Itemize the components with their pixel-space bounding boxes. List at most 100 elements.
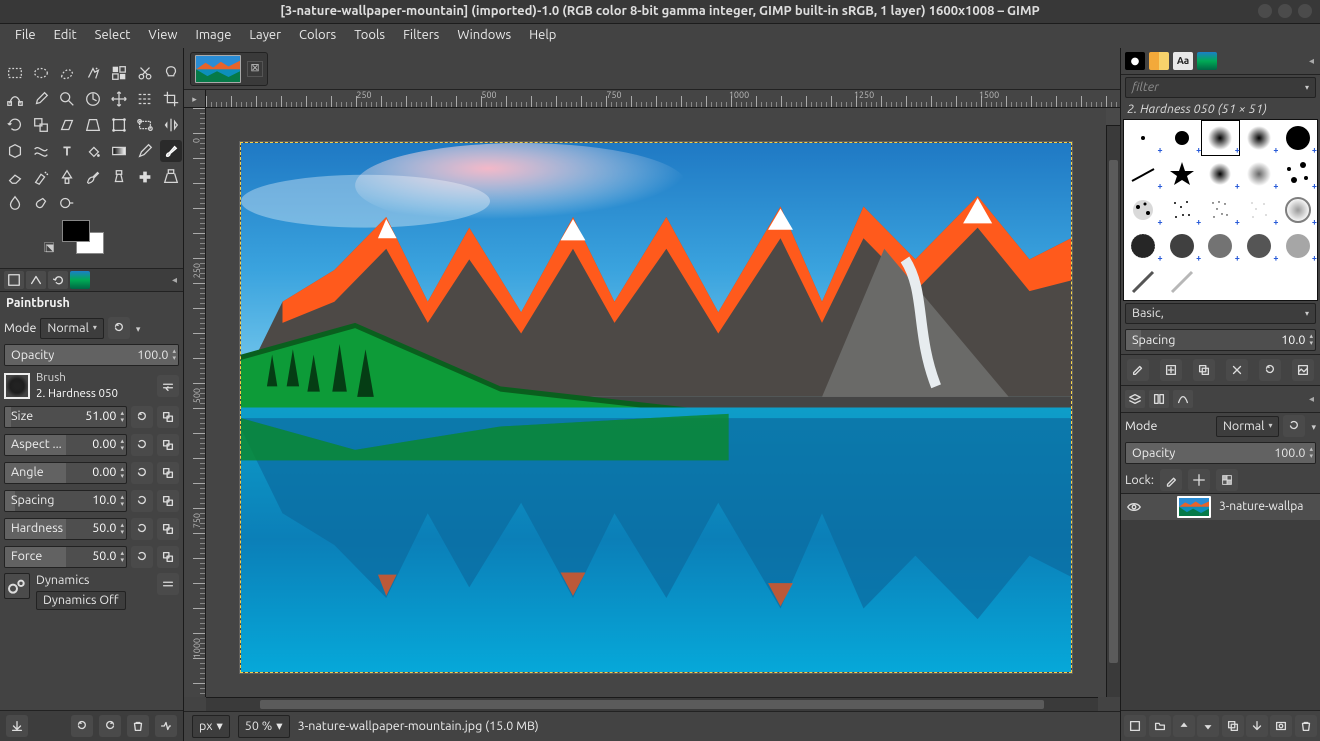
hardness-link-icon[interactable] — [157, 518, 179, 540]
tool-color-picker[interactable] — [30, 88, 52, 110]
tool-cage[interactable] — [4, 140, 26, 162]
tool-perspective-clone[interactable] — [160, 166, 182, 188]
layer-opacity-slider[interactable]: Opacity 100.0 ▴▾ — [1125, 442, 1316, 464]
layer-item[interactable]: 3-nature-wallpa — [1121, 494, 1320, 520]
menu-colors[interactable]: Colors — [290, 24, 345, 48]
lock-alpha-icon[interactable] — [1216, 469, 1238, 491]
layers-dock-menu-icon[interactable]: ◂ — [1307, 393, 1316, 405]
brush-cell[interactable]: + — [1163, 228, 1202, 264]
brush-cell[interactable] — [1124, 264, 1163, 300]
layer-merge-icon[interactable] — [1246, 715, 1268, 737]
tool-free-select[interactable] — [56, 62, 78, 84]
menu-image[interactable]: Image — [187, 24, 241, 48]
brush-duplicate-icon[interactable] — [1193, 359, 1215, 381]
unit-dropdown[interactable]: px▾ — [192, 715, 230, 738]
brush-cell[interactable]: + — [1240, 228, 1279, 264]
dock-menu-icon[interactable]: ◂ — [170, 274, 179, 286]
save-preset-icon[interactable] — [6, 715, 28, 737]
brush-edit-icon[interactable] — [1127, 359, 1149, 381]
tool-clone[interactable] — [108, 166, 130, 188]
tab-channels[interactable] — [1149, 390, 1169, 408]
brush-cell[interactable]: + — [1124, 120, 1163, 156]
mode-dropdown[interactable]: Normal▾ — [40, 318, 103, 339]
window-maximize-button[interactable] — [1278, 4, 1292, 18]
brush-cell[interactable]: + — [1163, 192, 1202, 228]
brush-cell[interactable]: + — [1201, 156, 1240, 192]
tool-rotate[interactable] — [4, 114, 26, 136]
brush-filter-input[interactable]: filter▾ — [1125, 77, 1316, 98]
tab-patterns[interactable] — [1149, 52, 1169, 70]
brush-refresh-icon[interactable] — [1259, 359, 1281, 381]
layer-visibility-icon[interactable] — [1125, 498, 1143, 516]
tool-fuzzy-select[interactable] — [82, 62, 104, 84]
brush-cell[interactable]: + — [1201, 228, 1240, 264]
tool-gradient[interactable] — [108, 140, 130, 162]
tool-dodge-burn[interactable] — [56, 192, 78, 214]
window-minimize-button[interactable] — [1258, 4, 1272, 18]
tool-airbrush[interactable] — [30, 166, 52, 188]
brush-cell[interactable]: + — [1278, 228, 1317, 264]
brush-cell[interactable]: + — [1124, 228, 1163, 264]
tab-device-status[interactable] — [26, 271, 46, 289]
hardness-slider[interactable]: Hardness50.0▴▾ — [4, 518, 127, 540]
angle-reset-icon[interactable] — [131, 462, 153, 484]
brush-cell[interactable]: + — [1278, 120, 1317, 156]
layer-down-icon[interactable] — [1197, 715, 1219, 737]
brush-new-icon[interactable] — [1160, 359, 1182, 381]
size-link-icon[interactable] — [157, 406, 179, 428]
lock-position-icon[interactable] — [1188, 469, 1210, 491]
brush-cell[interactable]: + — [1201, 192, 1240, 228]
brush-grid[interactable]: + + + + + + + + + + + + + + + + + — [1123, 119, 1318, 301]
fg-color-swatch[interactable] — [62, 220, 90, 242]
aspect-link-icon[interactable] — [157, 434, 179, 456]
layer-delete-icon[interactable] — [1295, 715, 1317, 737]
menu-filters[interactable]: Filters — [394, 24, 448, 48]
vertical-scrollbar[interactable] — [1106, 126, 1120, 697]
tool-flip[interactable] — [160, 114, 182, 136]
layer-name[interactable]: 3-nature-wallpa — [1219, 500, 1303, 514]
brush-preset-dropdown[interactable]: Basic,▾ — [1125, 303, 1316, 324]
menu-tools[interactable]: Tools — [345, 24, 394, 48]
layer-new-icon[interactable] — [1124, 715, 1146, 737]
tab-images[interactable] — [70, 271, 90, 289]
tool-foreground-select[interactable] — [160, 62, 182, 84]
tool-rect-select[interactable] — [4, 62, 26, 84]
tool-unified-transform[interactable] — [108, 114, 130, 136]
delete-preset-icon[interactable] — [127, 715, 149, 737]
tool-blur[interactable] — [4, 192, 26, 214]
spacing-reset-icon[interactable] — [131, 490, 153, 512]
angle-slider[interactable]: Angle0.00▴▾ — [4, 462, 127, 484]
opacity-slider[interactable]: Opacity 100.0 ▴▾ — [4, 344, 179, 366]
brush-cell[interactable]: + — [1163, 120, 1202, 156]
layer-mode-extra-dropdown[interactable] — [1309, 419, 1316, 434]
reverse-preset-icon[interactable] — [99, 715, 121, 737]
right-dock-menu-icon[interactable]: ◂ — [1307, 55, 1316, 67]
tab-undo-history[interactable] — [48, 271, 68, 289]
brush-delete-icon[interactable] — [1226, 359, 1248, 381]
brush-cell[interactable]: + — [1278, 192, 1317, 228]
tool-perspective[interactable] — [82, 114, 104, 136]
horizontal-scrollbar[interactable] — [206, 697, 1098, 711]
tool-paths[interactable] — [4, 88, 26, 110]
tool-heal[interactable] — [134, 166, 156, 188]
brush-cell[interactable]: + — [1240, 192, 1279, 228]
brush-cell[interactable]: + — [1124, 192, 1163, 228]
tool-eraser[interactable] — [4, 166, 26, 188]
document-tab[interactable]: ⊠ — [190, 52, 268, 86]
lock-pixel-icon[interactable] — [1160, 469, 1182, 491]
tool-warp[interactable] — [30, 140, 52, 162]
tool-measure[interactable] — [82, 88, 104, 110]
tool-smudge[interactable] — [30, 192, 52, 214]
reset-all-icon[interactable] — [155, 715, 177, 737]
tool-zoom[interactable] — [56, 88, 78, 110]
force-link-icon[interactable] — [157, 546, 179, 568]
layer-up-icon[interactable] — [1173, 715, 1195, 737]
force-reset-icon[interactable] — [131, 546, 153, 568]
tool-bucket-fill[interactable] — [82, 140, 104, 162]
brush-cell-selected[interactable]: + — [1201, 120, 1240, 156]
mode-extra-dropdown[interactable] — [134, 321, 141, 336]
layer-duplicate-icon[interactable] — [1222, 715, 1244, 737]
tool-handle-transform[interactable] — [134, 114, 156, 136]
tool-scale[interactable] — [30, 114, 52, 136]
tool-shear[interactable] — [56, 114, 78, 136]
